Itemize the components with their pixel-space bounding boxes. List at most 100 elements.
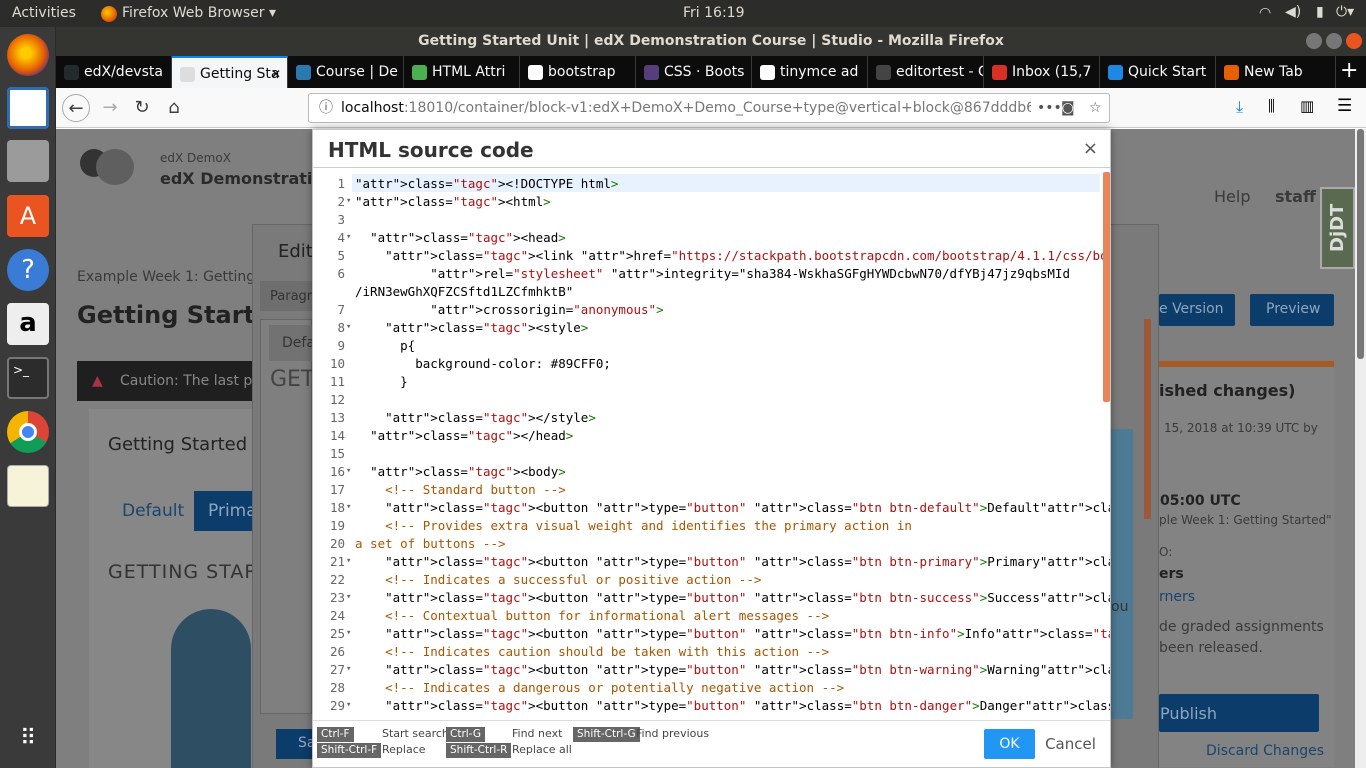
tab-3[interactable]: HTML Attri <box>404 56 520 88</box>
code-line[interactable]: "attr">class="tagc"><head> <box>355 230 566 245</box>
library-icon[interactable]: ⫼ <box>1268 97 1275 115</box>
code-line[interactable]: "attr">class="tagc"><button "attr">type=… <box>355 554 1110 569</box>
tab-6[interactable]: tinymce ad <box>752 56 868 88</box>
code-line[interactable]: } <box>355 374 408 389</box>
publish-button[interactable]: Publish <box>1160 704 1217 723</box>
help-link[interactable]: Help <box>1214 187 1250 206</box>
close-icon[interactable]: × <box>1083 138 1098 159</box>
code-line[interactable]: <!-- Provides extra visual weight and id… <box>355 518 912 533</box>
cancel-button[interactable]: Cancel <box>1043 729 1098 759</box>
breadcrumb[interactable]: Example Week 1: Getting S <box>77 269 269 285</box>
fold-icon[interactable]: ▾ <box>346 196 354 206</box>
learners-link[interactable]: rners <box>1159 589 1195 605</box>
code-line[interactable]: "attr">class="tagc"><!DOCTYPE html> <box>355 176 618 191</box>
activities-button[interactable]: Activities <box>12 5 76 21</box>
course-name[interactable]: edX Demonstration <box>160 169 335 188</box>
bookmark-star-icon[interactable]: ☆ <box>1089 94 1102 122</box>
tab-primary-bg[interactable]: Prima <box>208 501 257 521</box>
code-line[interactable]: "attr">crossorigin="anonymous"> <box>355 302 663 317</box>
code-line[interactable]: "attr">class="tagc"><button "attr">type=… <box>355 500 1110 515</box>
djdt-badge[interactable]: DjDT <box>1320 187 1355 269</box>
software-center-icon[interactable]: A <box>7 195 49 237</box>
user-menu[interactable]: staff <box>1275 187 1316 206</box>
clock[interactable]: Fri 16:19 <box>683 5 744 21</box>
discard-changes-link[interactable]: Discard Changes <box>1206 743 1324 759</box>
tab-5[interactable]: CSS · Boots <box>636 56 752 88</box>
code-line[interactable]: "attr">class="tagc"><button "attr">type=… <box>355 698 1110 713</box>
power-menu-icon[interactable]: ⏻▾ <box>1336 4 1354 20</box>
tab-9[interactable]: Quick Start <box>1100 56 1216 88</box>
tab-default-bg[interactable]: Default <box>122 501 184 521</box>
tab-7[interactable]: editortest - Go <box>868 56 984 88</box>
close-window-button[interactable] <box>1346 33 1362 49</box>
code-line[interactable]: <!-- Indicates a successful or positive … <box>355 572 761 587</box>
fold-icon[interactable]: ▾ <box>346 664 354 674</box>
code-line[interactable]: "attr">class="tagc"><link "attr">href="h… <box>355 248 1110 263</box>
tab-4[interactable]: bootstrap <box>520 56 636 88</box>
fold-icon[interactable]: ▾ <box>346 502 354 512</box>
paragraph-select[interactable]: Paragr <box>270 289 312 304</box>
fold-icon[interactable]: ▾ <box>346 232 354 242</box>
reload-button[interactable]: ↻ <box>128 94 156 122</box>
battery-icon[interactable]: ▮ <box>1316 4 1324 20</box>
tab-0[interactable]: edX/devsta <box>56 56 172 88</box>
minimize-button[interactable] <box>1306 33 1322 49</box>
code-line[interactable]: <!-- Indicates caution should be taken w… <box>355 644 829 659</box>
maximize-button[interactable] <box>1326 33 1342 49</box>
tab-10[interactable]: New Tab <box>1216 56 1336 88</box>
info-icon[interactable]: ⓘ <box>319 94 333 122</box>
home-button[interactable]: ⌂ <box>160 94 188 122</box>
code-line[interactable]: "attr">class="tagc"><style> <box>355 320 588 335</box>
text-editor-icon[interactable] <box>7 465 49 507</box>
close-tab-icon[interactable]: ✕ <box>271 58 281 88</box>
fold-icon[interactable]: ▾ <box>346 322 354 332</box>
fold-icon[interactable]: ▾ <box>346 556 354 566</box>
code-line[interactable]: "attr">class="tagc"><button "attr">type=… <box>355 662 1110 677</box>
code-line[interactable]: /iRN3ewGhXQFZCSftd1LZCfmhktB" <box>355 284 573 299</box>
pocket-icon[interactable]: ◙ <box>1061 94 1075 122</box>
code-editor[interactable]: 1 "attr">class="tagc"><!DOCTYPE html> 2 ▾ "a… <box>317 172 1110 717</box>
code-line[interactable]: "attr">class="tagc"></style> <box>355 410 596 425</box>
code-line[interactable]: a set of buttons --> <box>355 536 506 551</box>
code-line[interactable]: <!-- Indicates a dangerous or potentiall… <box>355 680 844 695</box>
terminal-icon[interactable]: >_ <box>7 357 49 399</box>
url-bar[interactable]: ⓘ localhost:18010/container/block-v1:edX… <box>308 93 1110 123</box>
fold-icon[interactable]: ▾ <box>346 628 354 638</box>
firefox-launcher-icon[interactable] <box>7 34 49 76</box>
wifi-icon[interactable]: ◠ <box>1259 5 1271 21</box>
live-version-button[interactable]: e Version <box>1159 301 1224 317</box>
amazon-icon[interactable]: a <box>7 303 49 345</box>
tab-1[interactable]: Getting Sta ✕ <box>172 56 288 88</box>
code-line[interactable]: "attr">class="tagc"><body> <box>355 464 566 479</box>
forward-button[interactable]: → <box>96 94 124 122</box>
code-line[interactable]: "attr">class="tagc"><button "attr">type=… <box>355 626 1110 641</box>
volume-icon[interactable]: ◀) <box>1285 4 1301 20</box>
download-icon[interactable]: ⤓ <box>1236 97 1243 117</box>
code-line[interactable]: p{ <box>355 338 415 353</box>
code-line[interactable]: "attr">class="tagc"><button "attr">type=… <box>355 590 1110 605</box>
fold-icon[interactable]: ▾ <box>346 592 354 602</box>
code-line[interactable]: <!-- Standard button --> <box>355 482 566 497</box>
page-scrollbar[interactable] <box>1355 129 1366 768</box>
code-line[interactable]: "attr">class="tagc"><html> <box>355 194 551 209</box>
chrome-icon[interactable] <box>7 411 49 453</box>
code-line[interactable]: "attr">rel="stylesheet" "attr">integrity… <box>355 266 1070 281</box>
sidebar-icon[interactable]: ▥ <box>1300 97 1314 115</box>
new-tab-button[interactable]: + <box>1340 58 1358 83</box>
code-line[interactable]: <!-- Contextual button for informational… <box>355 608 829 623</box>
fold-icon[interactable]: ▾ <box>346 466 354 476</box>
editor-scrollbar[interactable] <box>1103 172 1110 402</box>
preview-button[interactable]: Preview <box>1266 301 1321 317</box>
code-line[interactable]: background-color: #89CFF0; <box>355 356 611 371</box>
tab-2[interactable]: Course | De <box>288 56 404 88</box>
page-actions-icon[interactable]: ••• <box>1031 94 1062 122</box>
file-manager-icon[interactable] <box>7 140 49 182</box>
files-writer-icon[interactable] <box>7 87 49 129</box>
code-line[interactable]: "attr">class="tagc"></head> <box>355 428 573 443</box>
app-grid-icon[interactable]: ⠿ <box>7 719 49 761</box>
tab-8[interactable]: Inbox (15,7 <box>984 56 1100 88</box>
ok-button[interactable]: OK <box>984 729 1035 759</box>
menu-icon[interactable]: ☰ <box>1337 96 1352 116</box>
back-button[interactable]: ← <box>62 94 90 122</box>
fold-icon[interactable]: ▾ <box>346 700 354 710</box>
